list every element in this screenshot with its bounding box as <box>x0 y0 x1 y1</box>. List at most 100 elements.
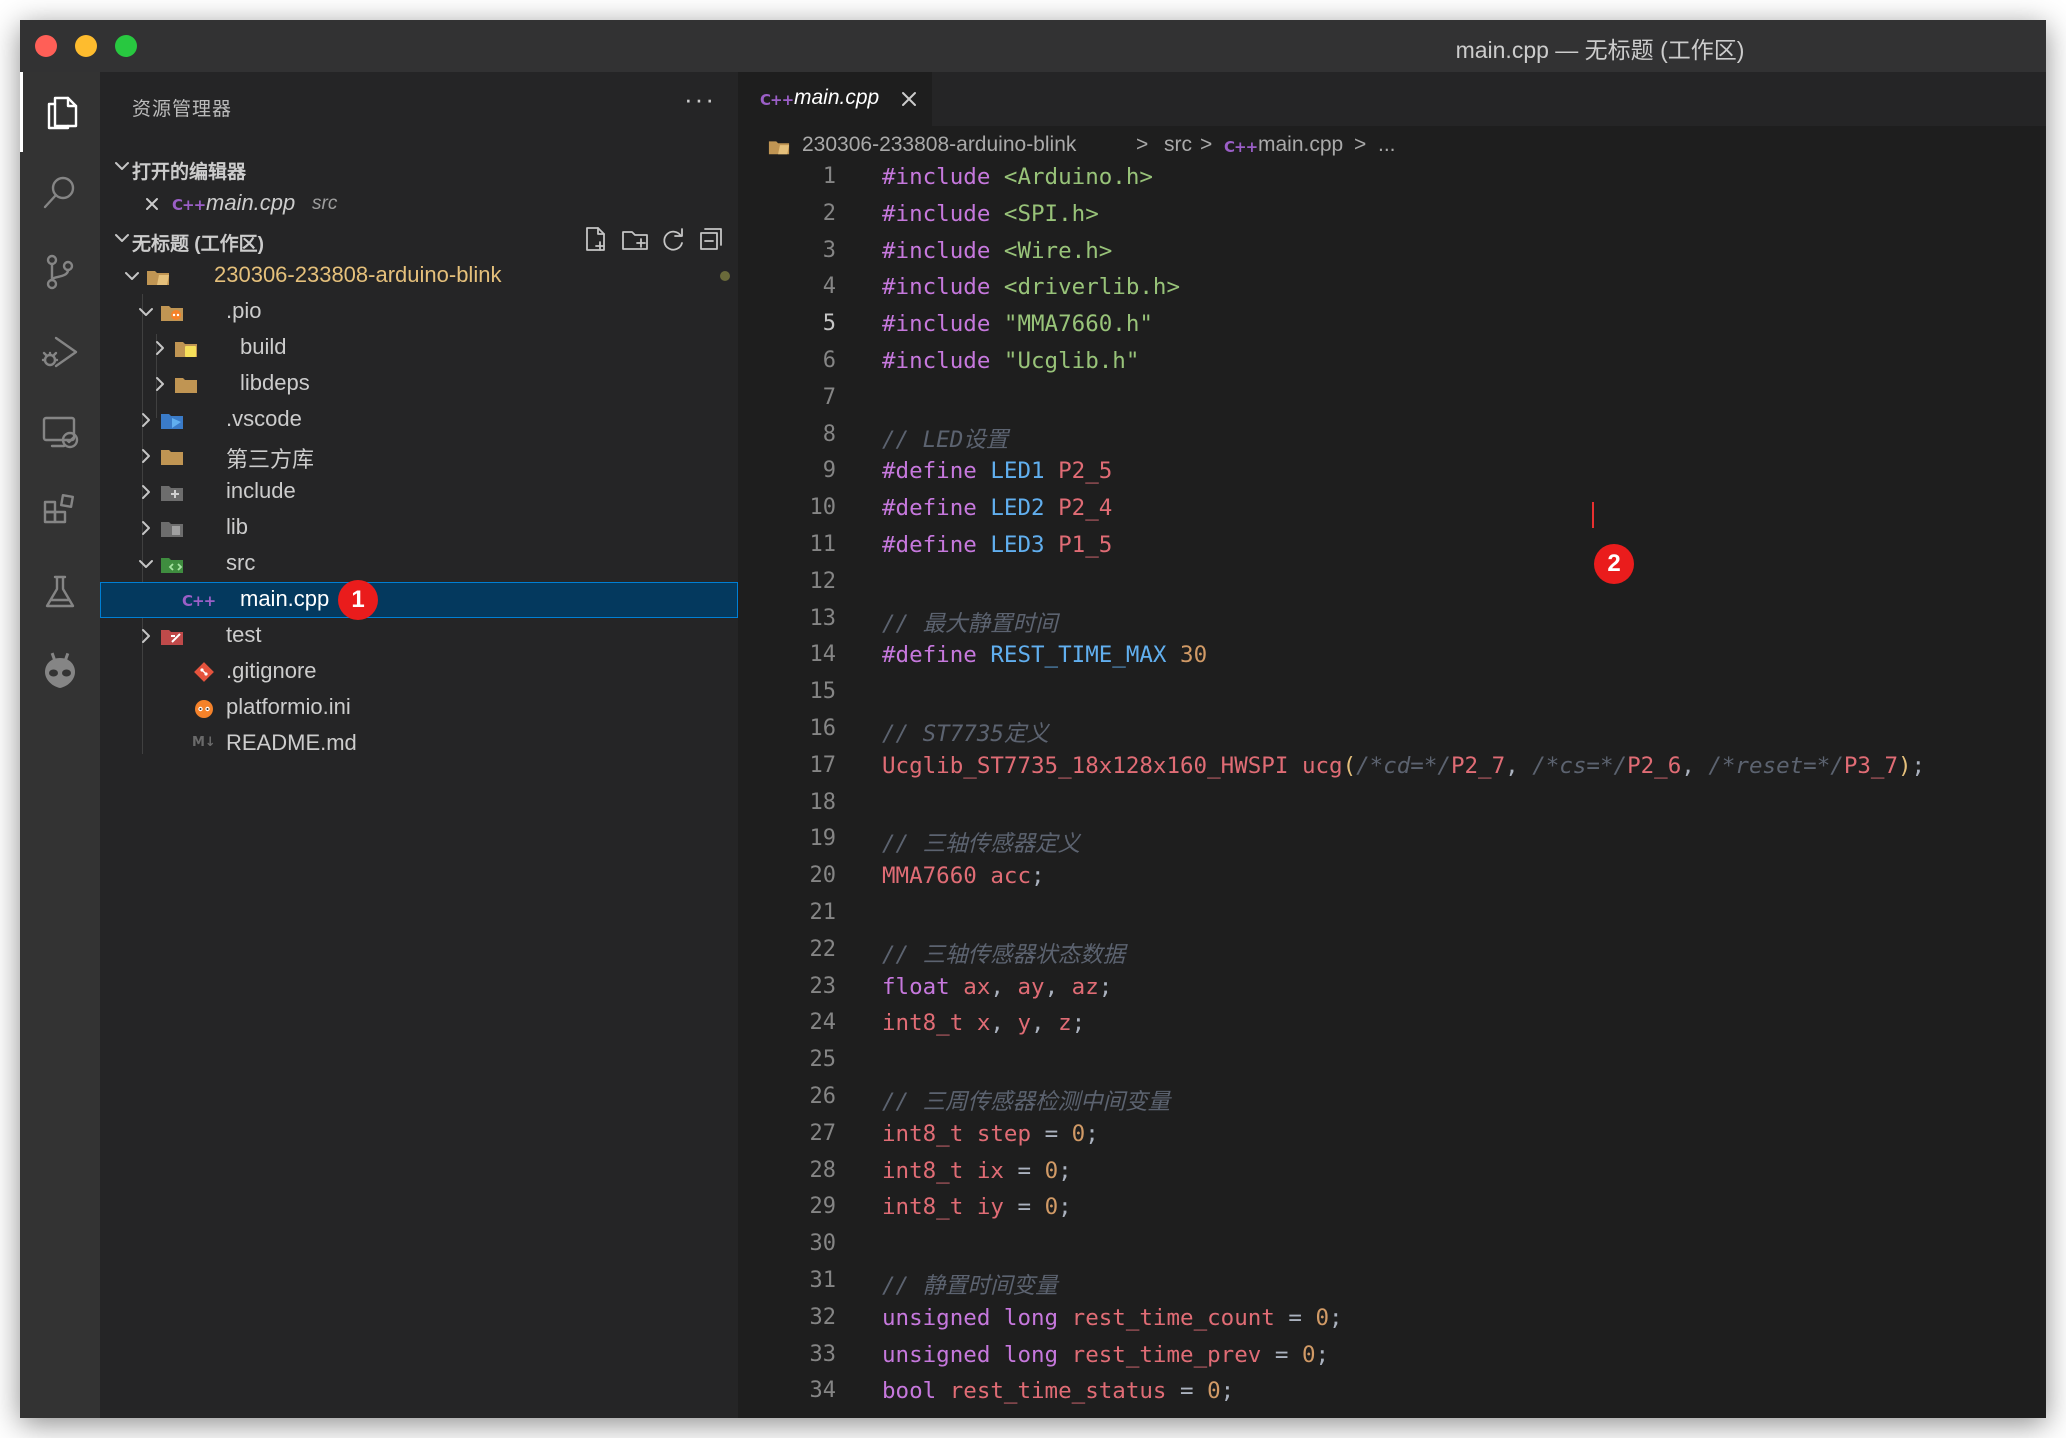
code-token: , <box>1505 752 1533 779</box>
code-line[interactable]: unsigned long rest_time_count = 0; <box>882 1305 1343 1331</box>
code-line[interactable]: // 静置时间变量 <box>882 1268 1058 1300</box>
tree-item-name: build <box>240 334 287 359</box>
code-token: /*cd=*/ <box>1356 752 1451 779</box>
breadcrumb-item-src[interactable]: src <box>1164 133 1192 157</box>
code-line[interactable]: // LED设置 <box>882 422 1008 454</box>
code-line[interactable]: #include <Arduino.h> <box>882 164 1153 190</box>
flask-icon <box>45 575 75 608</box>
tree-item-gitignore[interactable]: .gitignore <box>100 654 738 690</box>
activity-bar <box>20 72 100 1418</box>
code-line[interactable]: float ax, ay, az; <box>882 974 1112 1000</box>
code-token: , <box>990 1010 1018 1037</box>
ellipsis-icon[interactable]: ··· <box>684 84 716 115</box>
collapse-all-icon[interactable] <box>696 224 728 256</box>
open-editor-item[interactable]: C++ main.cpp src <box>100 186 738 222</box>
code-line[interactable]: MMA7660 acc; <box>882 863 1045 889</box>
tree-item-main-cpp[interactable]: C++ main.cpp 1 <box>100 580 738 620</box>
search-activity-button[interactable] <box>20 152 100 232</box>
code-token: 0 <box>1044 1157 1059 1184</box>
code-token: REST_TIME_MAX <box>990 642 1181 669</box>
source-control-activity-button[interactable] <box>20 232 100 312</box>
tree-item-src[interactable]: src <box>100 546 738 582</box>
chevron-right-icon <box>134 408 158 437</box>
new-folder-icon[interactable] <box>620 224 652 256</box>
close-icon[interactable] <box>898 88 920 110</box>
line-number: 20 <box>809 863 837 889</box>
code-line[interactable]: #define LED1 P2_5 <box>882 458 1112 484</box>
tree-item-build[interactable]: build <box>100 330 738 366</box>
folder-icon <box>174 372 198 396</box>
platformio-activity-button[interactable] <box>20 632 100 712</box>
tree-item-workspace-folder[interactable]: 230306-233808-arduino-blink <box>100 258 738 294</box>
code-token: ax <box>963 973 991 1000</box>
code-line[interactable]: int8_t step = 0; <box>882 1121 1099 1147</box>
tab-main-cpp[interactable]: C++ main.cpp <box>738 72 932 126</box>
tree-item-test[interactable]: test <box>100 618 738 654</box>
tree-item-readme[interactable]: M↓ README.md <box>100 726 738 762</box>
extensions-activity-button[interactable] <box>20 472 100 552</box>
tree-item-pio[interactable]: .pio <box>100 294 738 330</box>
tree-item-libdeps[interactable]: libdeps <box>100 366 738 402</box>
refresh-icon[interactable] <box>658 224 690 256</box>
new-file-icon[interactable] <box>580 224 612 256</box>
testing-activity-button[interactable] <box>20 552 100 632</box>
code-editor[interactable]: 1 2 3 4 5 6 7 8 9 10 11 12 13 14 15 16 17 18 19 20 21 22 23 24 2… <box>738 162 2046 1418</box>
breadcrumb-item-file[interactable]: main.cpp <box>1258 133 1343 157</box>
git-icon <box>192 660 216 684</box>
remote-explorer-activity-button[interactable] <box>20 392 100 472</box>
run-debug-activity-button[interactable] <box>20 312 100 392</box>
code-line[interactable]: bool rest_time_status = 0; <box>882 1378 1234 1404</box>
code-token: "MMA7660.h" <box>1003 311 1153 338</box>
maximize-window-button[interactable] <box>115 35 137 57</box>
code-token: <Wire.h> <box>1003 237 1113 264</box>
tree-item-lib[interactable]: lib <box>100 510 738 546</box>
workspace-header[interactable]: 无标题 (工作区) <box>100 222 738 258</box>
code-token: float <box>882 973 964 1000</box>
open-editors-header[interactable]: 打开的编辑器 <box>100 150 738 186</box>
tree-item-vscode[interactable]: .vscode <box>100 402 738 438</box>
breadcrumb-item-symbol[interactable]: ... <box>1378 133 1396 157</box>
tree-item-include[interactable]: include <box>100 474 738 510</box>
code-line[interactable]: int8_t iy = 0; <box>882 1194 1072 1220</box>
code-line[interactable]: #define REST_TIME_MAX 30 <box>882 642 1207 668</box>
tree-item-third-party[interactable]: 第三方库 <box>100 438 738 474</box>
code-token: #include <box>882 274 1004 301</box>
code-line[interactable]: Ucglib_ST7735_18x128x160_HWSPI ucg(/*cd=… <box>882 753 1925 779</box>
code-line[interactable]: // 最大静置时间 <box>882 606 1058 638</box>
code-token: ) <box>1898 752 1912 779</box>
line-number: 13 <box>809 605 837 631</box>
code-token: long <box>1003 1341 1072 1368</box>
text-cursor <box>1592 502 1594 528</box>
line-number: 3 <box>822 237 836 263</box>
code-line[interactable]: int8_t ix = 0; <box>882 1158 1072 1184</box>
code-token: acc <box>990 863 1032 890</box>
code-line[interactable]: // 三轴传感器状态数据 <box>882 937 1125 969</box>
code-line[interactable]: #include "Ucglib.h" <box>882 348 1139 374</box>
code-line[interactable]: #include <driverlib.h> <box>882 274 1180 300</box>
code-line[interactable]: #include <SPI.h> <box>882 201 1099 227</box>
annotation-badge-2: 2 <box>1594 544 1634 584</box>
code-line[interactable]: // ST7735定义 <box>882 716 1049 748</box>
code-line[interactable]: int8_t x, y, z; <box>882 1010 1085 1036</box>
code-line[interactable]: #include <Wire.h> <box>882 238 1112 264</box>
code-line[interactable]: // 三周传感器检测中间变量 <box>882 1084 1170 1116</box>
explorer-activity-button[interactable] <box>20 72 100 152</box>
open-editor-path: src <box>312 193 338 214</box>
code-line[interactable]: #define LED3 P1_5 <box>882 532 1112 558</box>
breadcrumb-item-workspace[interactable]: 230306-233808-arduino-blink <box>802 133 1076 157</box>
tree-item-platformio-ini[interactable]: platformio.ini <box>100 690 738 726</box>
code-token: #include <box>882 164 1004 190</box>
markdown-icon: M↓ <box>192 735 216 750</box>
code-token: P3_7 <box>1843 752 1898 779</box>
code-line[interactable]: #define LED2 P2_4 <box>882 495 1112 521</box>
code-line[interactable]: unsigned long rest_time_prev = 0; <box>882 1342 1329 1368</box>
code-token: rest_time_count <box>1071 1304 1289 1331</box>
minimize-window-button[interactable] <box>75 35 97 57</box>
chevron-down-icon <box>134 300 158 329</box>
code-line[interactable]: // 三轴传感器定义 <box>882 826 1080 858</box>
close-window-button[interactable] <box>35 35 57 57</box>
close-icon[interactable] <box>140 192 164 216</box>
code-line[interactable]: #include "MMA7660.h" <box>882 311 1153 337</box>
tree-item-name: include <box>226 478 296 503</box>
code-token: <driverlib.h> <box>1003 274 1181 301</box>
